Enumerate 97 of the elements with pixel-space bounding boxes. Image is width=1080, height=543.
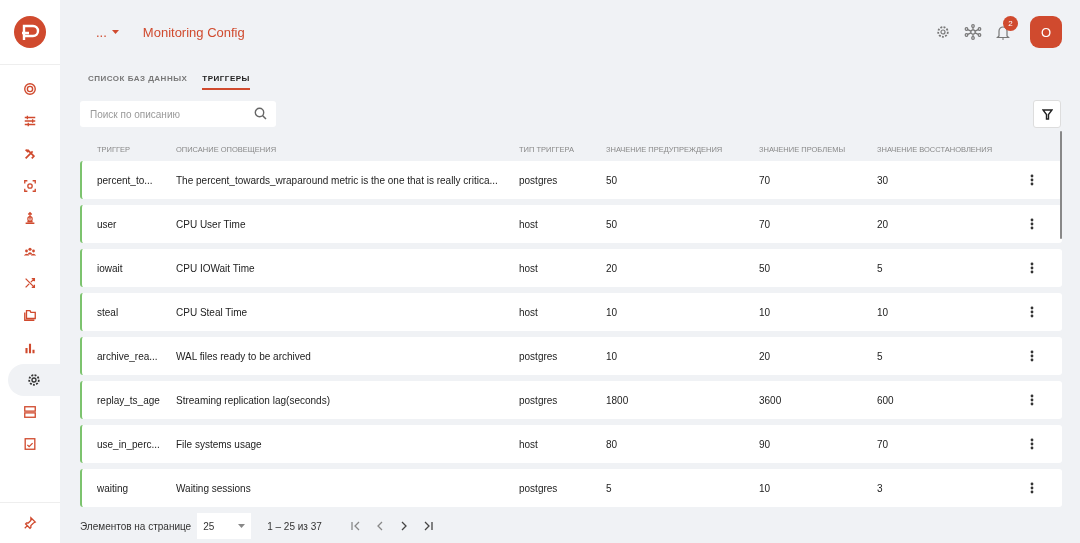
table-cell-text: postgres — [519, 482, 559, 494]
table-cell-text: 30 — [877, 174, 890, 186]
table-cell-text: 80 — [606, 438, 619, 450]
table-cell-text: 5 — [877, 262, 884, 274]
page-size-select[interactable]: 25 — [197, 513, 252, 539]
table-row[interactable]: replay_ts_age Streaming replication lag(seconds) postgres 1800 3600 600 — [80, 381, 1062, 419]
more-icon[interactable] — [1030, 218, 1034, 230]
table-cell-text: host — [519, 262, 539, 274]
more-icon[interactable] — [1030, 350, 1034, 362]
table-cell-text: waiting — [97, 482, 130, 494]
logo-icon — [13, 15, 47, 49]
table-cell-text: 70 — [759, 218, 772, 230]
network-icon[interactable] — [964, 24, 982, 40]
microscope-icon — [23, 211, 37, 226]
target-icon — [23, 82, 37, 97]
table-cell-text: user — [97, 218, 118, 230]
pin-icon[interactable] — [23, 516, 37, 530]
tab[interactable]: ТРИГГЕРЫ — [202, 74, 250, 90]
table-cell-text: 50 — [759, 262, 772, 274]
tab[interactable]: СПИСОК БАЗ ДАННЫХ — [88, 74, 188, 90]
settings-icon[interactable] — [936, 25, 950, 39]
table-row[interactable]: user CPU User Time host 50 70 20 — [80, 205, 1062, 243]
table-row[interactable]: steal CPU Steal Time host 10 10 10 — [80, 293, 1062, 331]
sidebar-item[interactable] — [8, 363, 60, 396]
table-cell-text: File systems usage — [176, 438, 263, 450]
table-cell-text: 70 — [759, 174, 772, 186]
table-cell-text: 600 — [877, 394, 895, 406]
notification-badge: 2 — [1003, 15, 1018, 31]
table-cell-text: 20 — [877, 218, 890, 230]
server-icon — [23, 405, 37, 420]
more-icon[interactable] — [1030, 394, 1034, 406]
table-cell-text: replay_ts_age — [97, 394, 161, 406]
checklist-icon — [23, 437, 37, 452]
filter-button[interactable] — [1033, 100, 1061, 128]
more-icon[interactable] — [1030, 174, 1034, 186]
more-icon[interactable] — [1030, 262, 1034, 274]
table-cell-text: host — [519, 306, 539, 318]
folder-icon — [23, 308, 37, 323]
table-cell-text: 50 — [606, 218, 619, 230]
table-cell-text: use_in_perc... — [97, 438, 161, 450]
caret-icon — [111, 30, 119, 34]
table-cell-text: CPU User Time — [176, 218, 247, 230]
caret-icon — [238, 524, 246, 528]
more-icon[interactable] — [1030, 438, 1034, 450]
table-cell-text: Streaming replication lag(seconds) — [176, 394, 331, 406]
table-cell-text: 10 — [606, 350, 619, 362]
breadcrumb-menu[interactable]: ... — [96, 24, 119, 40]
more-icon[interactable] — [1030, 482, 1034, 494]
table-row[interactable]: archive_rea... WAL files ready to be archived postgres 10 20 5 — [80, 337, 1062, 375]
settings-icon — [27, 372, 41, 387]
bell-icon[interactable] — [996, 24, 1010, 40]
first-page-icon[interactable] — [349, 520, 362, 532]
table-cell-text: 5 — [877, 350, 884, 362]
table-cell-text: percent_to... — [97, 174, 154, 186]
tools-icon — [23, 146, 37, 161]
table-cell-text: 70 — [877, 438, 890, 450]
table-cell-text: 3600 — [759, 394, 783, 406]
table-cell-text: 1800 — [606, 394, 630, 406]
table-cell-text: host — [519, 218, 539, 230]
table-cell-text: 20 — [759, 350, 772, 362]
table-cell-text: postgres — [519, 394, 559, 406]
page-range: 1 – 25 из 37 — [267, 520, 322, 532]
scrollbar[interactable] — [1060, 131, 1062, 239]
sliders-icon — [23, 114, 37, 129]
table-cell-text: WAL files ready to be archived — [176, 350, 312, 362]
table-cell-text: 50 — [606, 174, 619, 186]
table-cell-text: 20 — [606, 262, 619, 274]
table-cell-text: Waiting sessions — [176, 482, 252, 494]
table-cell-text: steal — [97, 306, 120, 318]
table-cell-text: iowait — [97, 262, 124, 274]
table-cell-text: 10 — [606, 306, 619, 318]
table-cell-text: host — [519, 438, 539, 450]
table-cell-text: postgres — [519, 174, 559, 186]
table-cell-text: postgres — [519, 350, 559, 362]
table-cell-text: 90 — [759, 438, 772, 450]
more-icon[interactable] — [1030, 306, 1034, 318]
table-row[interactable]: use_in_perc... File systems usage host 80 90 70 — [80, 425, 1062, 463]
table-cell-text: 10 — [759, 306, 772, 318]
user-avatar[interactable]: O — [1030, 16, 1062, 48]
table-cell-text: CPU IOWait Time — [176, 262, 256, 274]
page-size-label: Элементов на странице — [80, 520, 192, 532]
table-cell-text: 10 — [877, 306, 890, 318]
table-row[interactable]: iowait CPU IOWait Time host 20 50 5 — [80, 249, 1062, 287]
table-cell-text: 3 — [877, 482, 884, 494]
table-row[interactable]: percent_to... The percent_towards_wraparound metric is the one that is really critica... postgres 50 70 30 — [80, 161, 1062, 199]
table-cell-text: The percent_towards_wraparound metric is the one that is really critica... — [176, 174, 499, 186]
scan-icon — [23, 179, 37, 194]
table-cell-text: 5 — [606, 482, 613, 494]
table-cell-text: 10 — [759, 482, 772, 494]
filter-icon — [1041, 108, 1053, 120]
search-field[interactable]: Поиск по описанию — [80, 101, 276, 127]
table-cell-text: archive_rea... — [97, 350, 159, 362]
search-icon — [254, 107, 267, 120]
table-row[interactable]: waiting Waiting sessions postgres 5 10 3 — [80, 469, 1062, 507]
page-title: Monitoring Config — [142, 24, 245, 40]
shuffle-icon — [23, 275, 37, 290]
table-cell-text: CPU Steal Time — [176, 306, 249, 318]
